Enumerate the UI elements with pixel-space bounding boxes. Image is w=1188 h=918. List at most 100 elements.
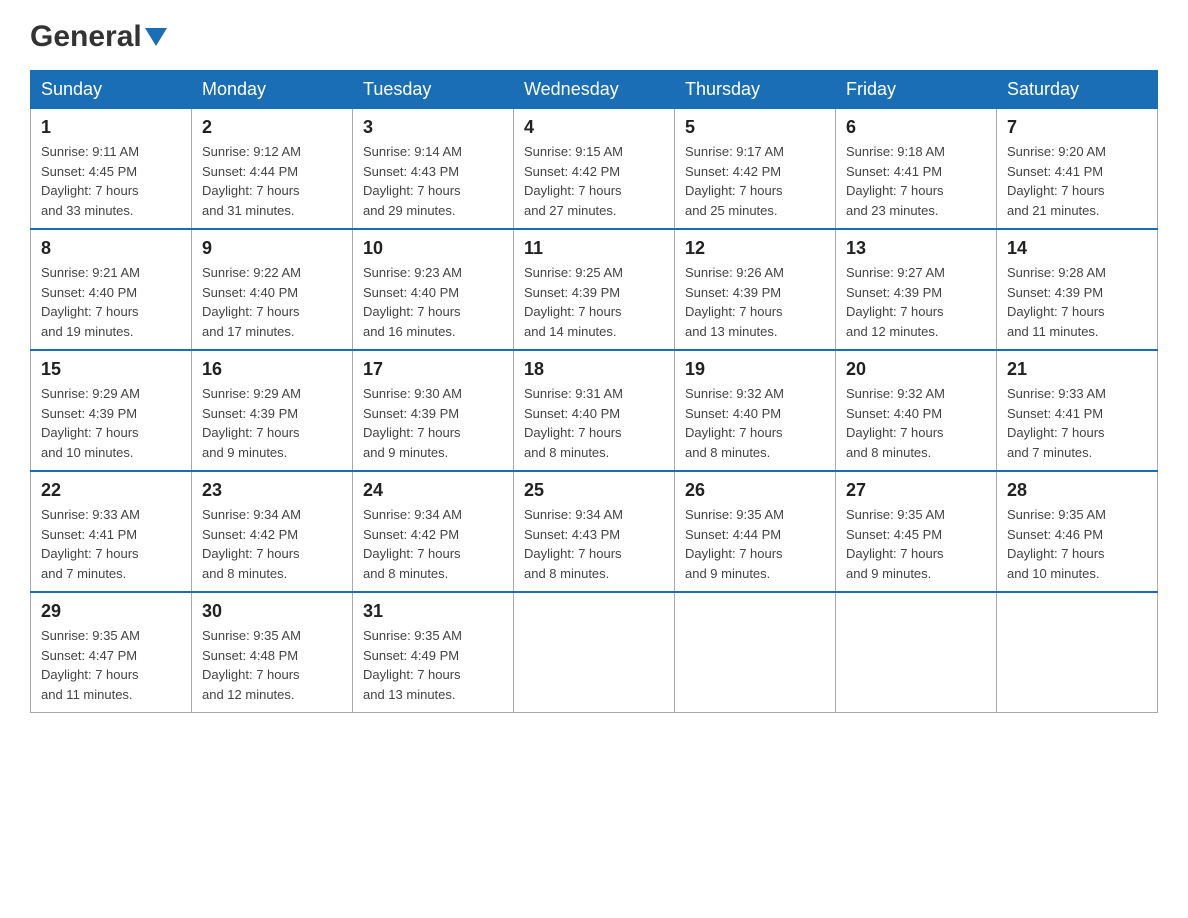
- day-info: Sunrise: 9:11 AMSunset: 4:45 PMDaylight:…: [41, 144, 139, 218]
- calendar-cell: [514, 592, 675, 713]
- day-info: Sunrise: 9:14 AMSunset: 4:43 PMDaylight:…: [363, 144, 462, 218]
- day-info: Sunrise: 9:27 AMSunset: 4:39 PMDaylight:…: [846, 265, 945, 339]
- day-info: Sunrise: 9:23 AMSunset: 4:40 PMDaylight:…: [363, 265, 462, 339]
- day-info: Sunrise: 9:35 AMSunset: 4:48 PMDaylight:…: [202, 628, 301, 702]
- calendar-cell: 8 Sunrise: 9:21 AMSunset: 4:40 PMDayligh…: [31, 229, 192, 350]
- day-number: 1: [41, 117, 181, 138]
- logo-arrow-icon: [145, 28, 167, 51]
- col-header-thursday: Thursday: [675, 71, 836, 109]
- day-number: 4: [524, 117, 664, 138]
- day-info: Sunrise: 9:15 AMSunset: 4:42 PMDaylight:…: [524, 144, 623, 218]
- day-info: Sunrise: 9:32 AMSunset: 4:40 PMDaylight:…: [846, 386, 945, 460]
- calendar-cell: 6 Sunrise: 9:18 AMSunset: 4:41 PMDayligh…: [836, 109, 997, 230]
- day-info: Sunrise: 9:25 AMSunset: 4:39 PMDaylight:…: [524, 265, 623, 339]
- calendar-cell: 22 Sunrise: 9:33 AMSunset: 4:41 PMDaylig…: [31, 471, 192, 592]
- day-info: Sunrise: 9:30 AMSunset: 4:39 PMDaylight:…: [363, 386, 462, 460]
- calendar-cell: 28 Sunrise: 9:35 AMSunset: 4:46 PMDaylig…: [997, 471, 1158, 592]
- calendar-cell: 12 Sunrise: 9:26 AMSunset: 4:39 PMDaylig…: [675, 229, 836, 350]
- calendar-week-1: 1 Sunrise: 9:11 AMSunset: 4:45 PMDayligh…: [31, 109, 1158, 230]
- calendar-week-5: 29 Sunrise: 9:35 AMSunset: 4:47 PMDaylig…: [31, 592, 1158, 713]
- day-info: Sunrise: 9:34 AMSunset: 4:43 PMDaylight:…: [524, 507, 623, 581]
- day-number: 13: [846, 238, 986, 259]
- day-number: 19: [685, 359, 825, 380]
- day-info: Sunrise: 9:33 AMSunset: 4:41 PMDaylight:…: [1007, 386, 1106, 460]
- day-number: 28: [1007, 480, 1147, 501]
- calendar-week-4: 22 Sunrise: 9:33 AMSunset: 4:41 PMDaylig…: [31, 471, 1158, 592]
- calendar-cell: 10 Sunrise: 9:23 AMSunset: 4:40 PMDaylig…: [353, 229, 514, 350]
- calendar-cell: [997, 592, 1158, 713]
- calendar-cell: 1 Sunrise: 9:11 AMSunset: 4:45 PMDayligh…: [31, 109, 192, 230]
- day-info: Sunrise: 9:35 AMSunset: 4:45 PMDaylight:…: [846, 507, 945, 581]
- day-number: 26: [685, 480, 825, 501]
- day-number: 6: [846, 117, 986, 138]
- calendar-cell: 27 Sunrise: 9:35 AMSunset: 4:45 PMDaylig…: [836, 471, 997, 592]
- day-number: 20: [846, 359, 986, 380]
- day-number: 16: [202, 359, 342, 380]
- day-info: Sunrise: 9:35 AMSunset: 4:46 PMDaylight:…: [1007, 507, 1106, 581]
- calendar-cell: 20 Sunrise: 9:32 AMSunset: 4:40 PMDaylig…: [836, 350, 997, 471]
- day-info: Sunrise: 9:28 AMSunset: 4:39 PMDaylight:…: [1007, 265, 1106, 339]
- calendar-cell: [836, 592, 997, 713]
- day-number: 14: [1007, 238, 1147, 259]
- day-number: 12: [685, 238, 825, 259]
- calendar-cell: 17 Sunrise: 9:30 AMSunset: 4:39 PMDaylig…: [353, 350, 514, 471]
- day-info: Sunrise: 9:18 AMSunset: 4:41 PMDaylight:…: [846, 144, 945, 218]
- calendar-cell: 24 Sunrise: 9:34 AMSunset: 4:42 PMDaylig…: [353, 471, 514, 592]
- day-number: 23: [202, 480, 342, 501]
- day-info: Sunrise: 9:35 AMSunset: 4:49 PMDaylight:…: [363, 628, 462, 702]
- calendar-week-3: 15 Sunrise: 9:29 AMSunset: 4:39 PMDaylig…: [31, 350, 1158, 471]
- calendar-cell: 11 Sunrise: 9:25 AMSunset: 4:39 PMDaylig…: [514, 229, 675, 350]
- day-number: 15: [41, 359, 181, 380]
- day-number: 27: [846, 480, 986, 501]
- calendar-table: SundayMondayTuesdayWednesdayThursdayFrid…: [30, 70, 1158, 713]
- calendar-cell: 23 Sunrise: 9:34 AMSunset: 4:42 PMDaylig…: [192, 471, 353, 592]
- calendar-cell: 18 Sunrise: 9:31 AMSunset: 4:40 PMDaylig…: [514, 350, 675, 471]
- day-info: Sunrise: 9:26 AMSunset: 4:39 PMDaylight:…: [685, 265, 784, 339]
- day-info: Sunrise: 9:29 AMSunset: 4:39 PMDaylight:…: [41, 386, 140, 460]
- day-info: Sunrise: 9:33 AMSunset: 4:41 PMDaylight:…: [41, 507, 140, 581]
- calendar-cell: 9 Sunrise: 9:22 AMSunset: 4:40 PMDayligh…: [192, 229, 353, 350]
- calendar-cell: 15 Sunrise: 9:29 AMSunset: 4:39 PMDaylig…: [31, 350, 192, 471]
- col-header-wednesday: Wednesday: [514, 71, 675, 109]
- day-number: 3: [363, 117, 503, 138]
- calendar-cell: 29 Sunrise: 9:35 AMSunset: 4:47 PMDaylig…: [31, 592, 192, 713]
- calendar-cell: 2 Sunrise: 9:12 AMSunset: 4:44 PMDayligh…: [192, 109, 353, 230]
- day-number: 18: [524, 359, 664, 380]
- calendar-cell: 30 Sunrise: 9:35 AMSunset: 4:48 PMDaylig…: [192, 592, 353, 713]
- day-number: 21: [1007, 359, 1147, 380]
- day-number: 10: [363, 238, 503, 259]
- day-info: Sunrise: 9:35 AMSunset: 4:44 PMDaylight:…: [685, 507, 784, 581]
- day-info: Sunrise: 9:31 AMSunset: 4:40 PMDaylight:…: [524, 386, 623, 460]
- calendar-cell: 7 Sunrise: 9:20 AMSunset: 4:41 PMDayligh…: [997, 109, 1158, 230]
- day-info: Sunrise: 9:21 AMSunset: 4:40 PMDaylight:…: [41, 265, 140, 339]
- day-info: Sunrise: 9:34 AMSunset: 4:42 PMDaylight:…: [202, 507, 301, 581]
- calendar-cell: 19 Sunrise: 9:32 AMSunset: 4:40 PMDaylig…: [675, 350, 836, 471]
- day-info: Sunrise: 9:20 AMSunset: 4:41 PMDaylight:…: [1007, 144, 1106, 218]
- calendar-cell: [675, 592, 836, 713]
- day-number: 29: [41, 601, 181, 622]
- col-header-tuesday: Tuesday: [353, 71, 514, 109]
- day-info: Sunrise: 9:32 AMSunset: 4:40 PMDaylight:…: [685, 386, 784, 460]
- calendar-week-2: 8 Sunrise: 9:21 AMSunset: 4:40 PMDayligh…: [31, 229, 1158, 350]
- day-info: Sunrise: 9:12 AMSunset: 4:44 PMDaylight:…: [202, 144, 301, 218]
- page-header: General: [30, 20, 1158, 50]
- day-number: 30: [202, 601, 342, 622]
- day-number: 17: [363, 359, 503, 380]
- logo-general-text: General: [30, 20, 142, 54]
- day-number: 7: [1007, 117, 1147, 138]
- day-number: 9: [202, 238, 342, 259]
- logo: General: [30, 20, 167, 50]
- day-number: 8: [41, 238, 181, 259]
- calendar-cell: 13 Sunrise: 9:27 AMSunset: 4:39 PMDaylig…: [836, 229, 997, 350]
- col-header-friday: Friday: [836, 71, 997, 109]
- calendar-cell: 26 Sunrise: 9:35 AMSunset: 4:44 PMDaylig…: [675, 471, 836, 592]
- calendar-cell: 5 Sunrise: 9:17 AMSunset: 4:42 PMDayligh…: [675, 109, 836, 230]
- day-number: 5: [685, 117, 825, 138]
- col-header-sunday: Sunday: [31, 71, 192, 109]
- day-number: 11: [524, 238, 664, 259]
- day-info: Sunrise: 9:29 AMSunset: 4:39 PMDaylight:…: [202, 386, 301, 460]
- col-header-monday: Monday: [192, 71, 353, 109]
- day-info: Sunrise: 9:34 AMSunset: 4:42 PMDaylight:…: [363, 507, 462, 581]
- day-number: 2: [202, 117, 342, 138]
- day-number: 31: [363, 601, 503, 622]
